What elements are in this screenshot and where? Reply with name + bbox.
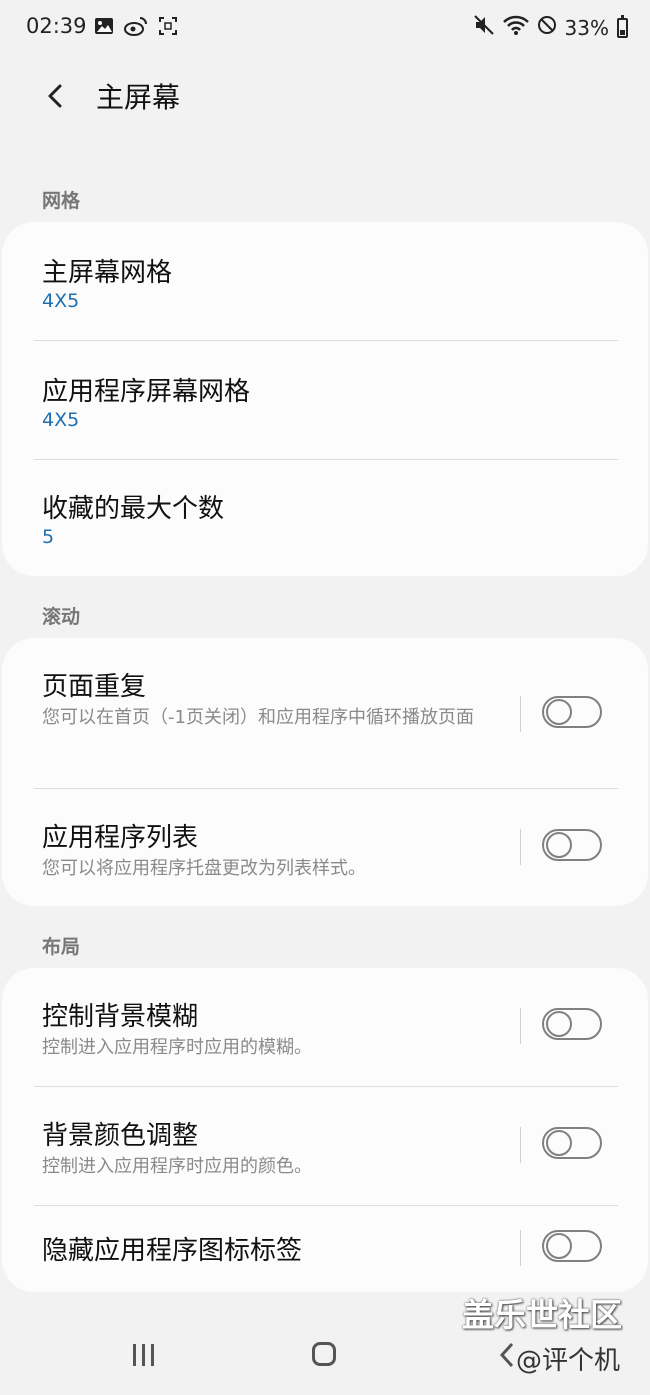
vertical-separator <box>520 1127 521 1163</box>
toggle-knob <box>546 1233 572 1259</box>
status-bar: 02:39 33% <box>0 0 650 56</box>
vertical-separator <box>520 1008 521 1044</box>
vertical-separator <box>520 829 521 865</box>
setting-apps-list[interactable]: 应用程序列表 您可以将应用程序托盘更改为列表样式。 <box>2 789 648 906</box>
setting-description: 您可以将应用程序托盘更改为列表样式。 <box>42 858 366 879</box>
status-left-icons <box>94 16 178 40</box>
setting-value: 4X5 <box>42 290 80 312</box>
mute-icon <box>473 14 495 41</box>
dnd-icon <box>537 15 557 40</box>
scroll-settings-card: 页面重复 您可以在首页（-1页关闭）和应用程序中循环播放页面 应用程序列表 您可… <box>2 638 648 906</box>
setting-home-grid[interactable]: 主屏幕网格 4X5 <box>2 222 648 340</box>
watermark-line2: @评个机 <box>516 1346 621 1376</box>
toggle-knob <box>546 1130 572 1156</box>
nav-back-button[interactable] <box>496 1340 518 1374</box>
setting-title: 隐藏应用程序图标标签 <box>42 1236 303 1266</box>
recents-icon <box>133 1344 154 1366</box>
weibo-icon <box>124 16 148 40</box>
layout-settings-card: 控制背景模糊 控制进入应用程序时应用的模糊。 背景颜色调整 控制进入应用程序时应… <box>2 968 648 1292</box>
section-label-scroll: 滚动 <box>42 606 81 628</box>
setting-title: 控制背景模糊 <box>42 1002 199 1032</box>
page-loop-toggle[interactable] <box>542 696 602 728</box>
setting-max-favorites[interactable]: 收藏的最大个数 5 <box>2 460 648 576</box>
gallery-icon <box>94 17 114 39</box>
setting-description: 控制进入应用程序时应用的模糊。 <box>42 1037 312 1058</box>
setting-apps-grid[interactable]: 应用程序屏幕网格 4X5 <box>2 341 648 459</box>
battery-icon <box>617 14 628 38</box>
setting-description: 控制进入应用程序时应用的颜色。 <box>42 1156 312 1177</box>
background-color-toggle[interactable] <box>542 1127 602 1159</box>
setting-title: 页面重复 <box>42 672 147 702</box>
back-button[interactable] <box>36 72 76 116</box>
battery-percent: 33% <box>564 15 609 40</box>
section-label-layout: 布局 <box>42 936 81 958</box>
apps-list-toggle[interactable] <box>542 829 602 861</box>
hide-icon-labels-toggle[interactable] <box>542 1230 602 1262</box>
setting-page-loop[interactable]: 页面重复 您可以在首页（-1页关闭）和应用程序中循环播放页面 <box>2 638 648 788</box>
setting-value: 4X5 <box>42 409 80 431</box>
setting-value: 5 <box>42 526 55 548</box>
setting-title: 应用程序列表 <box>42 823 199 853</box>
setting-title: 应用程序屏幕网格 <box>42 377 251 407</box>
setting-description: 您可以在首页（-1页关闭）和应用程序中循环播放页面 <box>42 707 474 728</box>
page-title: 主屏幕 <box>96 81 181 114</box>
home-button[interactable] <box>312 1342 336 1366</box>
setting-title: 背景颜色调整 <box>42 1121 199 1151</box>
toggle-knob <box>546 699 572 725</box>
setting-background-blur[interactable]: 控制背景模糊 控制进入应用程序时应用的模糊。 <box>2 968 648 1086</box>
vertical-separator <box>520 696 521 732</box>
app-header: 主屏幕 <box>0 64 650 128</box>
recents-button[interactable] <box>130 1342 158 1372</box>
toggle-knob <box>546 832 572 858</box>
setting-title: 收藏的最大个数 <box>42 494 225 524</box>
setting-hide-icon-labels[interactable]: 隐藏应用程序图标标签 <box>2 1206 648 1292</box>
screenshot-icon <box>158 16 178 40</box>
wifi-icon <box>502 14 529 41</box>
setting-background-color[interactable]: 背景颜色调整 控制进入应用程序时应用的颜色。 <box>2 1087 648 1205</box>
status-time: 02:39 <box>26 14 87 38</box>
background-blur-toggle[interactable] <box>542 1008 602 1040</box>
grid-settings-card: 主屏幕网格 4X5 应用程序屏幕网格 4X5 收藏的最大个数 5 <box>2 222 648 576</box>
nav-back-icon <box>499 1342 514 1368</box>
setting-title: 主屏幕网格 <box>42 258 173 288</box>
section-label-grid: 网格 <box>42 190 81 212</box>
watermark-line1: 盖乐世社区 <box>462 1296 623 1334</box>
toggle-knob <box>546 1011 572 1037</box>
vertical-separator <box>520 1230 521 1266</box>
status-right-icons: 33% <box>473 14 628 41</box>
chevron-left-icon <box>48 84 62 108</box>
